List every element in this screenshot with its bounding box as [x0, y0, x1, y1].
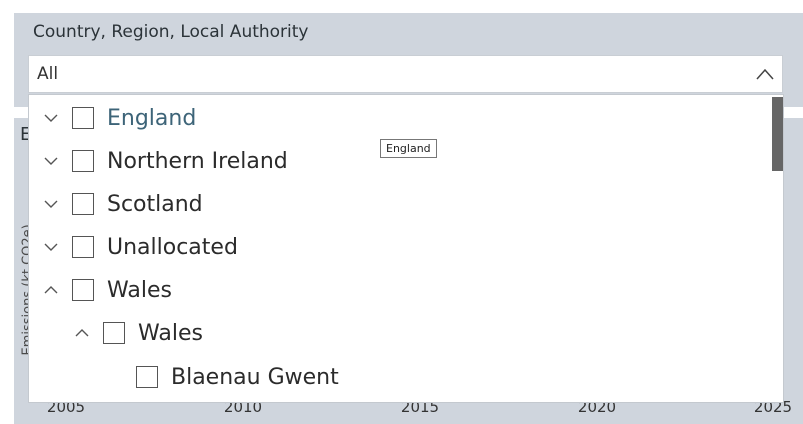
list-item-blaenau-gwent[interactable]: Blaenau Gwent: [136, 357, 339, 397]
dropdown-selected-value: All: [37, 64, 59, 84]
checkbox[interactable]: [72, 107, 94, 129]
checkbox[interactable]: [72, 150, 94, 172]
list-item-label: Scotland: [107, 191, 203, 217]
slicer-panel: Country, Region, Local Authority All: [14, 13, 803, 107]
slicer-dropdown[interactable]: All: [28, 55, 783, 93]
chevron-up-icon[interactable]: [75, 328, 89, 338]
checkbox[interactable]: [72, 236, 94, 258]
slicer-title: Country, Region, Local Authority: [33, 22, 309, 42]
chevron-down-icon[interactable]: [44, 199, 58, 209]
chevron-down-icon[interactable]: [44, 156, 58, 166]
scrollbar-thumb[interactable]: [772, 97, 783, 171]
list-item-wales-region[interactable]: Wales: [75, 313, 203, 353]
list-item-label: England: [107, 105, 197, 131]
chevron-up-icon[interactable]: [44, 285, 58, 295]
list-item-label: Blaenau Gwent: [171, 364, 339, 390]
list-item-unallocated[interactable]: Unallocated: [44, 227, 238, 267]
list-item-scotland[interactable]: Scotland: [44, 184, 203, 224]
list-item-label: Wales: [138, 320, 203, 346]
chevron-up-icon[interactable]: [756, 67, 774, 81]
chevron-down-icon[interactable]: [44, 113, 58, 123]
list-item-label: Unallocated: [107, 234, 238, 260]
list-item-label: Wales: [107, 277, 172, 303]
list-item-england[interactable]: England: [44, 98, 196, 138]
list-item-wales-country[interactable]: Wales: [44, 270, 172, 310]
list-item-northern-ireland[interactable]: Northern Ireland: [44, 141, 288, 181]
checkbox[interactable]: [136, 366, 158, 388]
chevron-down-icon[interactable]: [44, 242, 58, 252]
list-item-label: Northern Ireland: [107, 148, 288, 174]
checkbox[interactable]: [103, 322, 125, 344]
checkbox[interactable]: [72, 193, 94, 215]
checkbox[interactable]: [72, 279, 94, 301]
hover-tooltip: England: [380, 139, 437, 158]
